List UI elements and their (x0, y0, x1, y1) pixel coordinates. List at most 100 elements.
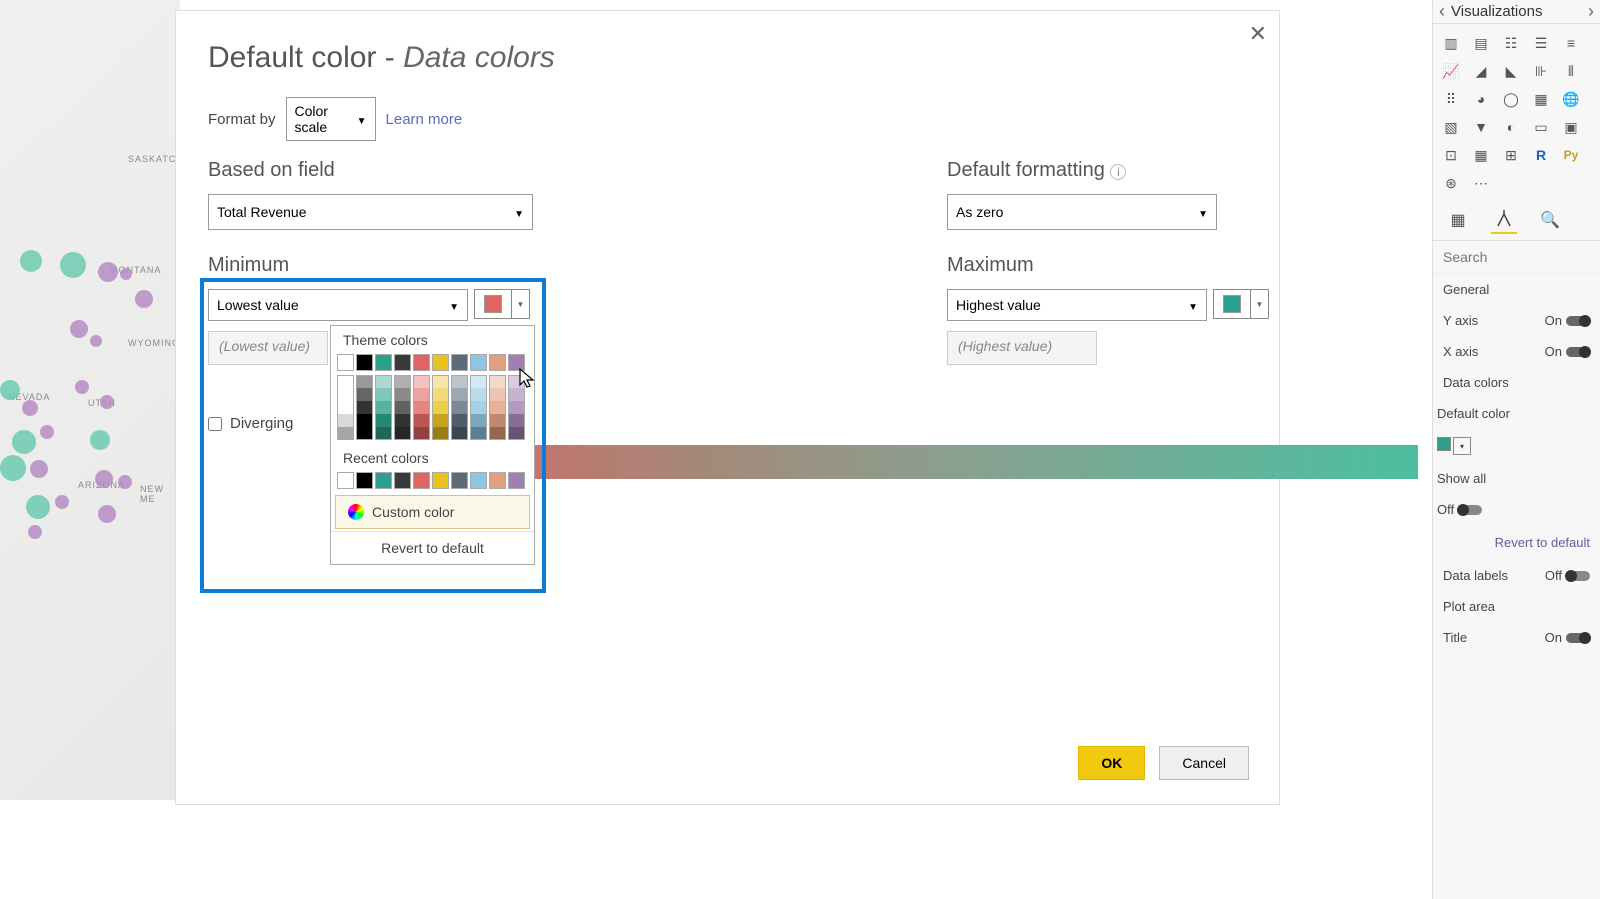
theme-shade-swatch[interactable] (470, 388, 487, 401)
xaxis-row[interactable]: X axis On (1433, 336, 1600, 367)
theme-shade-swatch[interactable] (394, 401, 411, 414)
recent-swatch[interactable] (394, 472, 411, 489)
theme-shade-swatch[interactable] (375, 388, 392, 401)
data-labels-toggle[interactable]: Off (1545, 568, 1590, 583)
theme-shade-swatch[interactable] (432, 414, 449, 427)
theme-shade-swatch[interactable] (432, 401, 449, 414)
diverging-checkbox[interactable] (208, 417, 222, 431)
theme-shade-swatch[interactable] (375, 427, 392, 440)
r-visual-icon[interactable]: R (1529, 144, 1553, 166)
yaxis-toggle[interactable]: On (1545, 313, 1590, 328)
analytics-tab-icon[interactable]: 🔍 (1537, 208, 1563, 234)
theme-shade-swatch[interactable] (375, 414, 392, 427)
recent-swatch[interactable] (470, 472, 487, 489)
theme-shade-swatch[interactable] (470, 427, 487, 440)
theme-shade-swatch[interactable] (413, 427, 430, 440)
data-labels-row[interactable]: Data labels Off (1433, 560, 1600, 591)
treemap-icon[interactable]: ▦ (1529, 88, 1553, 110)
maximum-color-chip[interactable] (1213, 289, 1251, 319)
close-button[interactable]: ✕ (1249, 21, 1267, 47)
theme-shade-swatch[interactable] (337, 375, 354, 388)
info-icon[interactable]: i (1110, 164, 1126, 180)
clustered-bar-icon[interactable]: ☷ (1499, 32, 1523, 54)
default-formatting-select[interactable]: As zero (947, 194, 1217, 230)
theme-shade-swatch[interactable] (432, 388, 449, 401)
theme-swatch[interactable] (337, 354, 354, 371)
more-visuals-icon[interactable]: ⋯ (1469, 172, 1493, 194)
theme-shade-swatch[interactable] (375, 375, 392, 388)
theme-shade-swatch[interactable] (451, 388, 468, 401)
fields-tab-icon[interactable]: ▦ (1445, 208, 1471, 234)
default-color-dropdown[interactable]: ▾ (1453, 437, 1471, 455)
show-all-toggle-row[interactable]: Off (1433, 494, 1600, 525)
theme-shade-swatch[interactable] (470, 375, 487, 388)
theme-shade-swatch[interactable] (508, 375, 525, 388)
theme-shade-swatch[interactable] (394, 375, 411, 388)
general-row[interactable]: General (1433, 274, 1600, 305)
py-visual-icon[interactable]: Py (1559, 144, 1583, 166)
theme-shade-swatch[interactable] (337, 414, 354, 427)
stacked-area-icon[interactable]: ◣ (1499, 60, 1523, 82)
theme-shade-swatch[interactable] (413, 401, 430, 414)
theme-shade-swatch[interactable] (413, 388, 430, 401)
map-icon[interactable]: 🌐 (1559, 88, 1583, 110)
theme-shade-swatch[interactable] (508, 388, 525, 401)
learn-more-link[interactable]: Learn more (386, 111, 463, 128)
stacked-column-icon[interactable]: ▤ (1469, 32, 1493, 54)
theme-shade-swatch[interactable] (470, 414, 487, 427)
theme-swatch[interactable] (508, 354, 525, 371)
clustered-column-icon[interactable]: ☰ (1529, 32, 1553, 54)
line-chart-icon[interactable]: 📈 (1439, 60, 1463, 82)
theme-shade-swatch[interactable] (432, 427, 449, 440)
based-on-select[interactable]: Total Revenue (208, 194, 533, 230)
theme-shade-swatch[interactable] (489, 375, 506, 388)
theme-shade-swatch[interactable] (451, 427, 468, 440)
theme-swatch[interactable] (432, 354, 449, 371)
default-color-chip-row[interactable]: ▾ (1433, 429, 1600, 463)
recent-swatch[interactable] (432, 472, 449, 489)
recent-swatch[interactable] (489, 472, 506, 489)
revert-link[interactable]: Revert to default (1433, 525, 1600, 560)
theme-shade-swatch[interactable] (394, 427, 411, 440)
theme-shade-swatch[interactable] (394, 414, 411, 427)
theme-swatch[interactable] (413, 354, 430, 371)
format-search[interactable] (1433, 241, 1600, 274)
theme-shade-swatch[interactable] (451, 414, 468, 427)
theme-shade-swatch[interactable] (356, 414, 373, 427)
theme-shade-swatch[interactable] (356, 388, 373, 401)
ok-button[interactable]: OK (1078, 746, 1145, 780)
theme-shade-swatch[interactable] (413, 414, 430, 427)
theme-swatch[interactable] (451, 354, 468, 371)
theme-shade-swatch[interactable] (356, 375, 373, 388)
scatter-icon[interactable]: ⠿ (1439, 88, 1463, 110)
format-by-select[interactable]: Color scale (286, 97, 376, 141)
maximum-select[interactable]: Highest value (947, 289, 1207, 321)
show-all-toggle[interactable]: Off (1437, 502, 1482, 517)
theme-shade-swatch[interactable] (413, 375, 430, 388)
theme-shade-swatch[interactable] (375, 401, 392, 414)
xaxis-toggle[interactable]: On (1545, 344, 1590, 359)
area-chart-icon[interactable]: ◢ (1469, 60, 1493, 82)
panel-forward-icon[interactable]: › (1588, 1, 1594, 22)
search-input[interactable] (1443, 249, 1590, 265)
theme-shade-swatch[interactable] (337, 427, 354, 440)
minimum-select[interactable]: Lowest value (208, 289, 468, 321)
minimum-color-chip[interactable] (474, 289, 512, 319)
theme-shade-swatch[interactable] (451, 375, 468, 388)
plot-area-row[interactable]: Plot area (1433, 591, 1600, 622)
yaxis-row[interactable]: Y axis On (1433, 305, 1600, 336)
theme-shade-swatch[interactable] (508, 401, 525, 414)
theme-swatch[interactable] (470, 354, 487, 371)
theme-shade-swatch[interactable] (508, 427, 525, 440)
recent-swatch[interactable] (356, 472, 373, 489)
theme-shade-swatch[interactable] (337, 401, 354, 414)
format-tab-icon[interactable] (1491, 208, 1517, 234)
recent-swatch[interactable] (337, 472, 354, 489)
kpi-icon[interactable]: ⊡ (1439, 144, 1463, 166)
theme-shade-swatch[interactable] (489, 388, 506, 401)
maximum-color-dropdown[interactable] (1251, 289, 1269, 319)
panel-back-icon[interactable]: ‹ (1439, 1, 1445, 22)
funnel-icon[interactable]: ▼ (1469, 116, 1493, 138)
pie-icon[interactable]: ◕ (1469, 88, 1493, 110)
custom-color-button[interactable]: Custom color (335, 495, 530, 529)
